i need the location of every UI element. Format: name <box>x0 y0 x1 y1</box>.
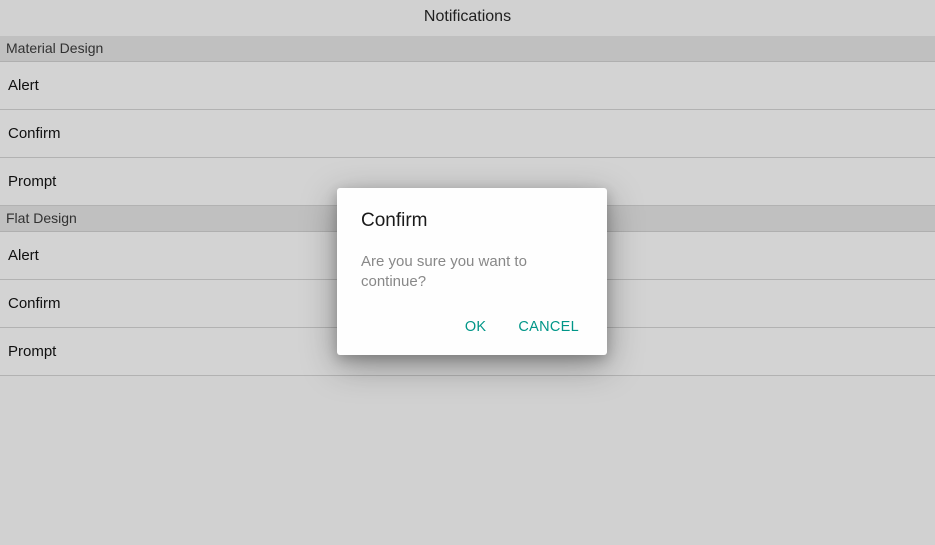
dialog-message: Are you sure you want to continue? <box>361 252 541 293</box>
confirm-dialog: Confirm Are you sure you want to continu… <box>337 188 607 355</box>
cancel-button[interactable]: CANCEL <box>518 319 579 335</box>
dialog-title: Confirm <box>361 210 583 232</box>
ok-button[interactable]: OK <box>465 319 487 335</box>
dialog-actions: OK CANCEL <box>361 319 583 341</box>
